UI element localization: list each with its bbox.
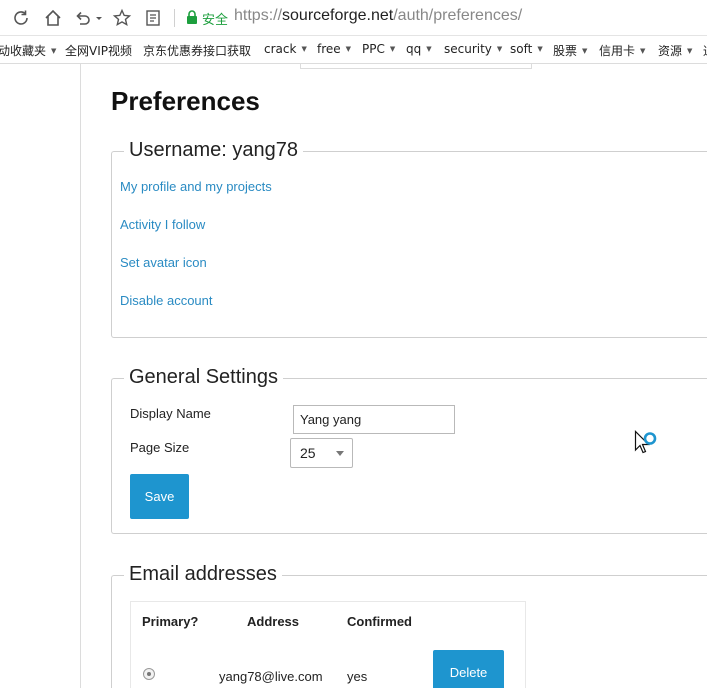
undo-icon[interactable] [73, 8, 93, 28]
page-title: Preferences [111, 86, 260, 116]
home-icon[interactable] [43, 8, 63, 28]
chevron-down-icon: ▼ [687, 46, 693, 55]
lock-icon [187, 10, 197, 24]
page-size-value: 25 [300, 445, 316, 461]
column-header-address: Address [247, 614, 300, 629]
activity-follow-link[interactable]: Activity I follow [120, 217, 205, 232]
delete-email-button[interactable]: Delete [433, 650, 504, 688]
column-header-primary: Primary? [142, 614, 199, 629]
url-scheme: https:// [234, 7, 283, 24]
bookmark-item[interactable]: 股票 ▼ [553, 42, 587, 59]
bookmark-item[interactable]: 动收藏夹 ▼ [0, 42, 56, 59]
email-confirmed: yes [347, 669, 368, 684]
url-separator [174, 9, 175, 27]
bookmark-item[interactable]: crack ▼ [264, 42, 307, 56]
bookmark-item[interactable]: 信用卡 ▼ [599, 42, 645, 59]
reader-icon[interactable] [143, 8, 163, 28]
busy-cursor-icon [634, 430, 657, 454]
star-icon[interactable] [112, 8, 132, 28]
bookmark-item[interactable]: security ▼ [444, 42, 502, 56]
username-section: Username: yang78 My profile and my proje… [111, 139, 707, 338]
chevron-down-icon: ▼ [582, 46, 588, 55]
chevron-down-icon: ▼ [51, 46, 57, 55]
bookmark-item[interactable]: qq ▼ [406, 42, 432, 56]
sidebar-divider [80, 64, 81, 688]
undo-dropdown-icon[interactable] [94, 8, 104, 28]
column-header-confirmed: Confirmed [347, 614, 412, 629]
general-settings-legend: General Settings [124, 366, 283, 389]
address-bar[interactable]: https://sourceforge.net/auth/preferences… [234, 7, 522, 25]
bookmark-item[interactable]: PPC ▼ [362, 42, 395, 56]
display-name-label: Display Name [130, 406, 211, 421]
bookmark-item[interactable]: 资源 ▼ [658, 42, 692, 59]
page-size-select[interactable]: 25 [290, 438, 353, 468]
chevron-down-icon: ▼ [345, 45, 352, 53]
bookmarks-bar: 动收藏夹 ▼ 全网VIP视频 京东优惠券接口获取 crack ▼ free ▼ PPC… [0, 36, 707, 64]
email-address: yang78@live.com [219, 669, 323, 684]
reload-icon[interactable] [11, 8, 31, 28]
email-legend: Email addresses [124, 563, 282, 586]
chevron-down-icon: ▼ [496, 45, 503, 53]
page-content: Preferences Username: yang78 My profile … [0, 64, 707, 688]
disable-account-link[interactable]: Disable account [120, 293, 213, 308]
url-path: /auth/preferences/ [393, 7, 523, 24]
save-button[interactable]: Save [130, 474, 189, 519]
page-size-label: Page Size [130, 440, 190, 455]
email-table: Primary? Address Confirmed yang78@live.c… [130, 601, 526, 688]
browser-toolbar: 安全 https://sourceforge.net/auth/preferen… [0, 0, 707, 36]
bookmark-item[interactable]: 京东优惠券接口获取 [143, 42, 251, 59]
chevron-down-icon: ▼ [537, 45, 543, 53]
bookmark-item[interactable]: 全网VIP视频 [65, 42, 132, 59]
chevron-down-icon: ▼ [301, 45, 307, 53]
username-legend: Username: yang78 [124, 139, 303, 162]
chevron-down-icon: ▼ [426, 45, 432, 53]
header-tab-outline [300, 64, 532, 69]
chevron-down-icon [336, 451, 344, 456]
set-avatar-link[interactable]: Set avatar icon [120, 255, 207, 270]
bookmark-item[interactable]: soft ▼ [510, 42, 543, 56]
bookmark-item[interactable]: free ▼ [317, 42, 351, 56]
chevron-down-icon: ▼ [640, 46, 646, 55]
email-section: Email addresses Primary? Address Confirm… [111, 563, 707, 688]
general-settings-section: General Settings Display Name Page Size … [111, 366, 707, 534]
primary-radio[interactable] [143, 668, 155, 680]
bookmark-item[interactable]: 通 [703, 42, 707, 59]
secure-label: 安全 [202, 13, 229, 28]
chevron-down-icon: ▼ [389, 45, 396, 53]
url-domain: sourceforge.net [282, 7, 394, 24]
my-profile-link[interactable]: My profile and my projects [120, 179, 272, 194]
display-name-input[interactable] [293, 405, 455, 434]
